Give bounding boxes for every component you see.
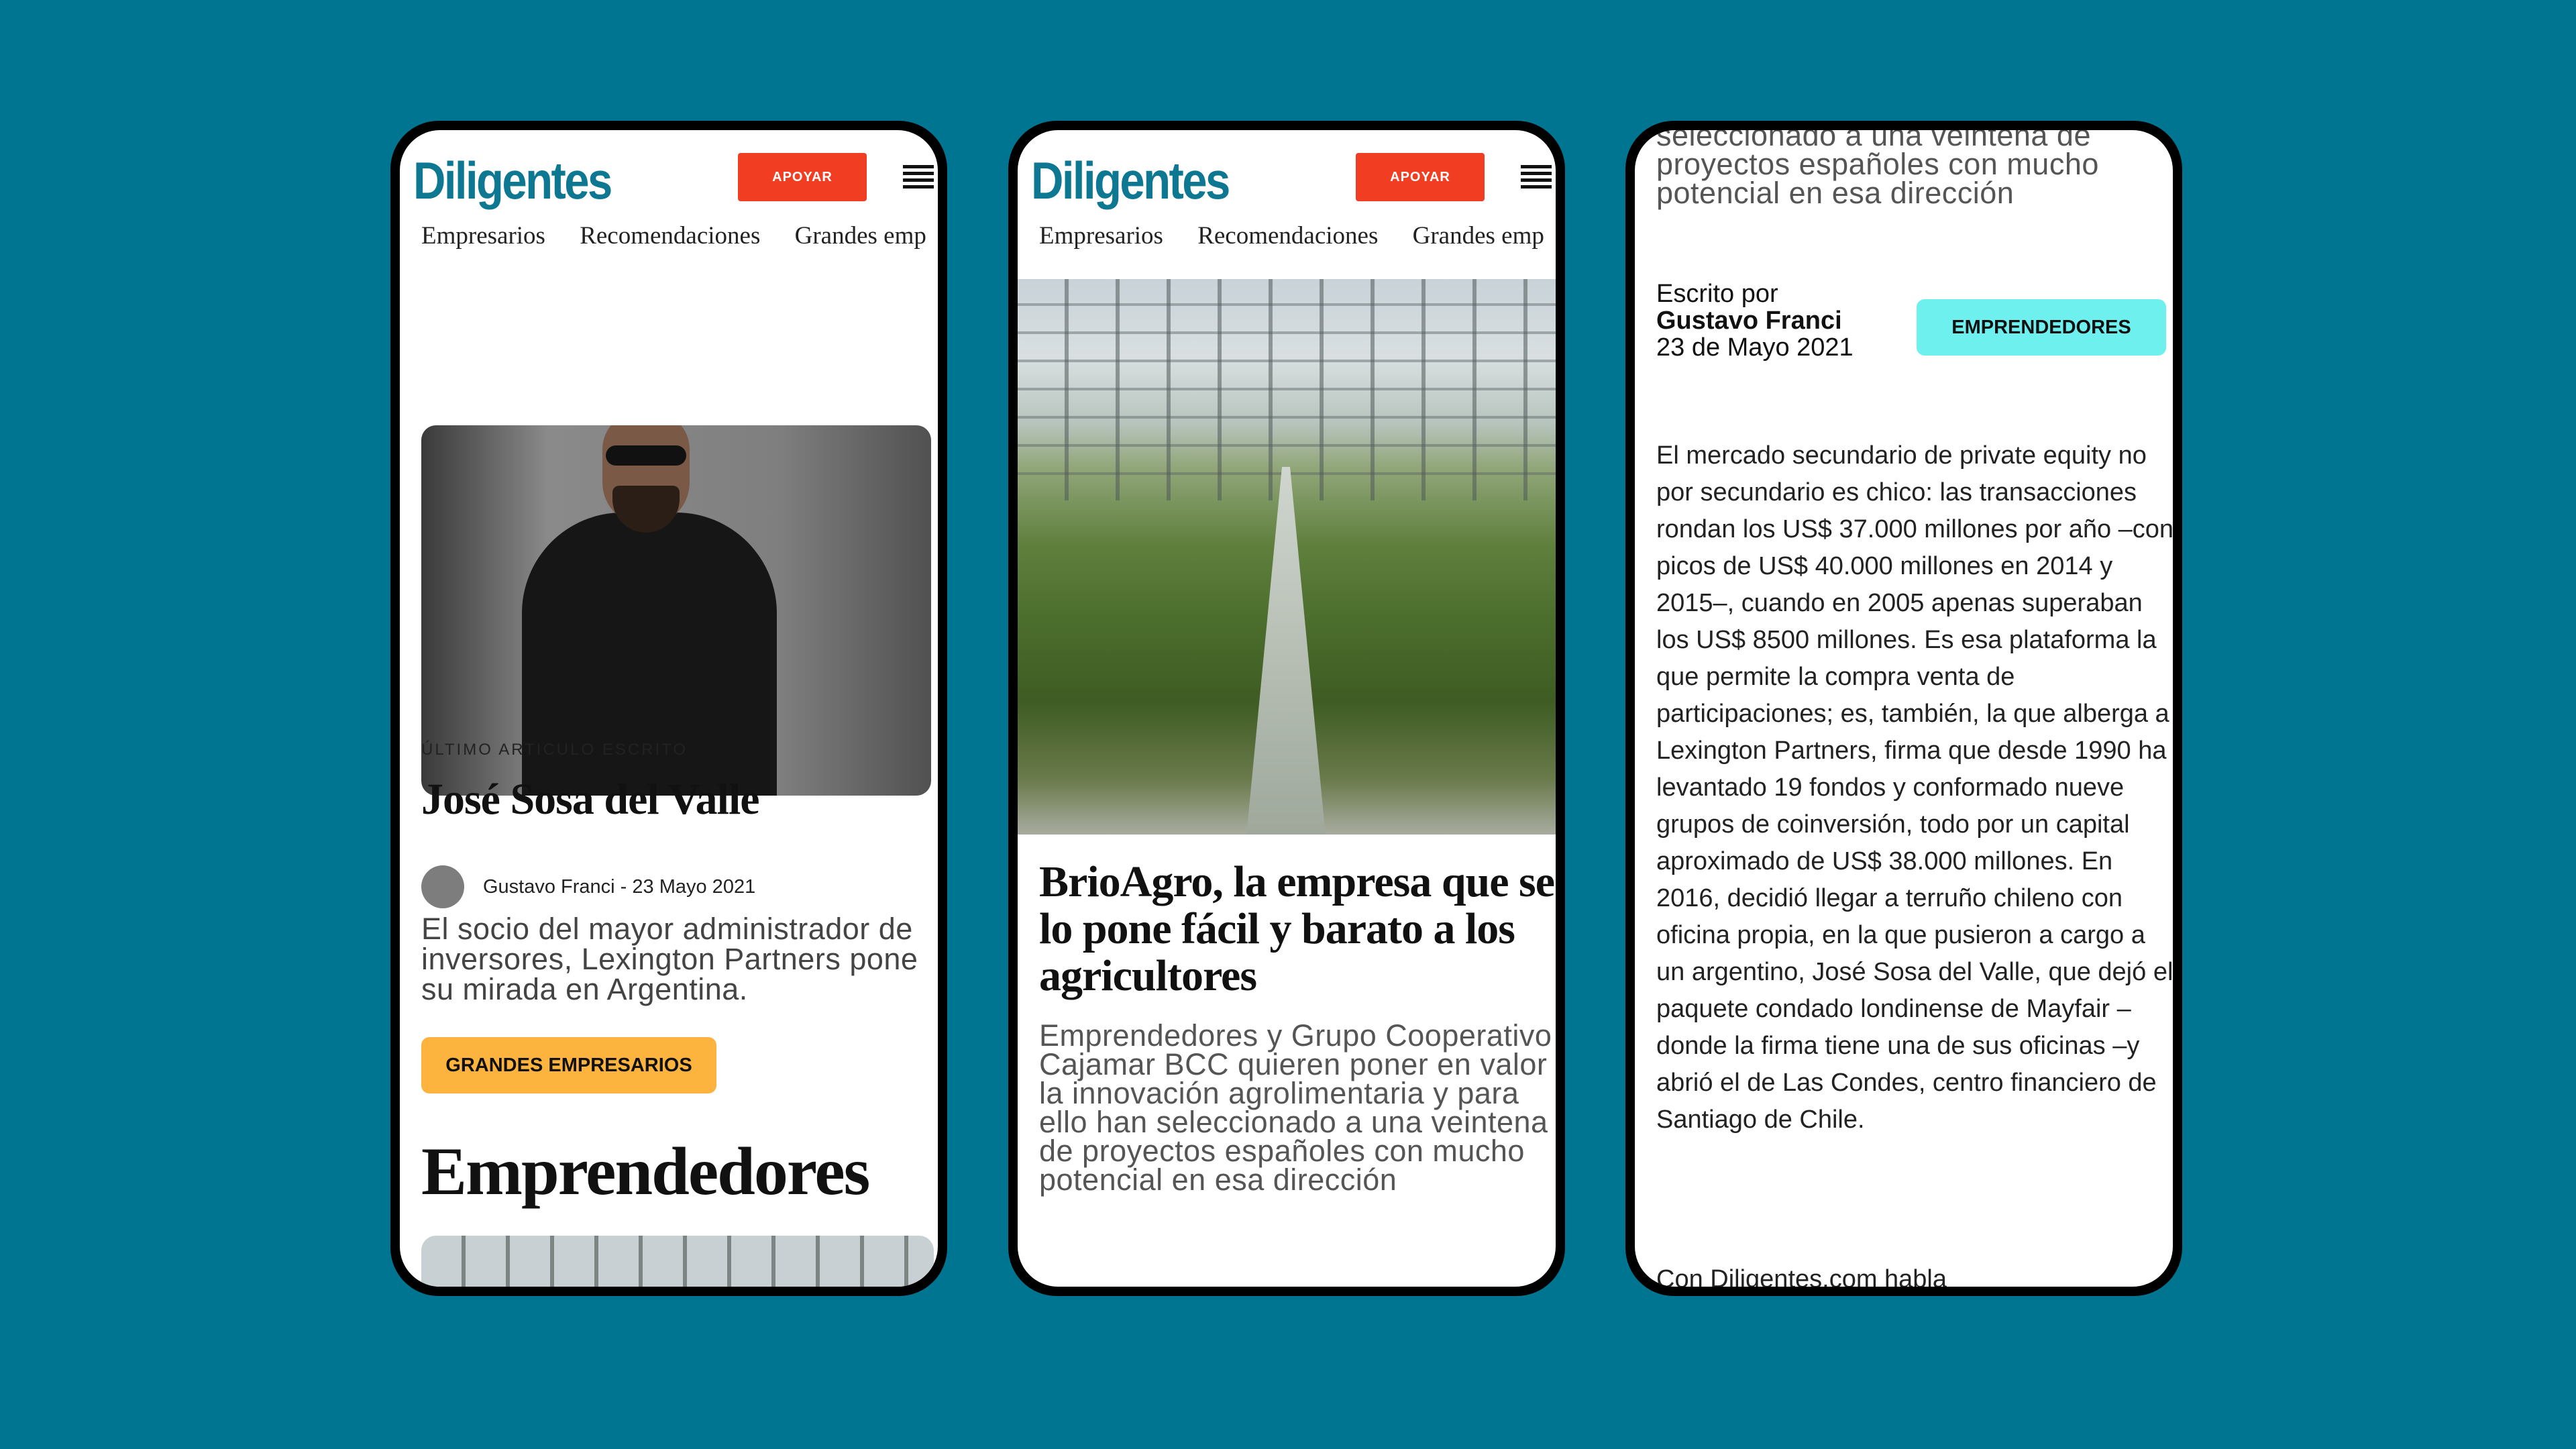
article-body: El mercado secundario de private equity … <box>1656 441 2173 1134</box>
publish-date: 23 de Mayo 2021 <box>1656 333 1854 362</box>
category-nav: Empresarios Recomendaciones Grandes emp <box>1039 221 1556 250</box>
article-excerpt: Emprendedores y Grupo Cooperativo Cajama… <box>1039 1018 1552 1197</box>
article-body-continuation: Con Diligentes.com habla <box>1656 1265 1947 1287</box>
author-avatar <box>421 865 464 908</box>
section-title: Emprendedores <box>421 1134 870 1210</box>
phone-mockup-3: seleccionado a una veintena de proyectos… <box>1625 121 2182 1296</box>
written-by-label: Escrito por <box>1656 280 1778 308</box>
nav-item-empresarios[interactable]: Empresarios <box>421 222 545 250</box>
article-lede: El socio del mayor administrador de inve… <box>421 912 918 1006</box>
category-nav: Empresarios Recomendaciones Grandes emp <box>421 221 938 250</box>
article-title[interactable]: José Sosa del Valle <box>421 774 760 825</box>
nav-item-grandes-empresarios[interactable]: Grandes emp <box>1413 222 1544 250</box>
article-excerpt-fragment: seleccionado a una veintena de proyectos… <box>1656 130 2099 210</box>
phone-screen-1: Diligentes APOYAR Empresarios Recomendac… <box>400 130 938 1287</box>
author-info: Escrito por Gustavo Franci 23 de Mayo 20… <box>1656 280 1854 361</box>
phone-mockup-2: Diligentes APOYAR Empresarios Recomendac… <box>1008 121 1565 1296</box>
portrait-sunglasses <box>606 445 686 466</box>
site-logo[interactable]: Diligentes <box>413 150 612 211</box>
site-logo[interactable]: Diligentes <box>1031 150 1230 211</box>
hamburger-menu-icon[interactable] <box>1521 165 1552 189</box>
greenhouse-aisle <box>1246 467 1326 835</box>
phone-mockup-1: Diligentes APOYAR Empresarios Recomendac… <box>390 121 947 1296</box>
support-button[interactable]: APOYAR <box>738 153 867 201</box>
nav-item-grandes-empresarios[interactable]: Grandes emp <box>795 222 926 250</box>
author-name[interactable]: Gustavo Franci <box>1656 307 1854 334</box>
support-button[interactable]: APOYAR <box>1356 153 1485 201</box>
article-kicker: ÚLTIMO ARTICULO ESCRITO <box>421 741 688 759</box>
nav-item-recomendaciones[interactable]: Recomendaciones <box>580 222 760 250</box>
phone-screen-2: Diligentes APOYAR Empresarios Recomendac… <box>1018 130 1556 1287</box>
hamburger-menu-icon[interactable] <box>903 165 934 189</box>
article-byline: Gustavo Franci - 23 Mayo 2021 <box>483 876 756 898</box>
phone-screen-3: seleccionado a una veintena de proyectos… <box>1635 130 2173 1287</box>
site-header: Diligentes APOYAR Empresarios Recomendac… <box>400 130 938 325</box>
category-tag-button[interactable]: EMPRENDEDORES <box>1917 299 2166 356</box>
category-tag-button[interactable]: GRANDES EMPRESARIOS <box>421 1037 716 1093</box>
nav-item-recomendaciones[interactable]: Recomendaciones <box>1197 222 1378 250</box>
nav-item-empresarios[interactable]: Empresarios <box>1039 222 1163 250</box>
section-thumbnail-image[interactable] <box>421 1236 934 1287</box>
article-title[interactable]: BrioAgro, la empresa que se lo pone fáci… <box>1039 859 1556 1000</box>
article-image-greenhouse[interactable] <box>1018 279 1556 835</box>
